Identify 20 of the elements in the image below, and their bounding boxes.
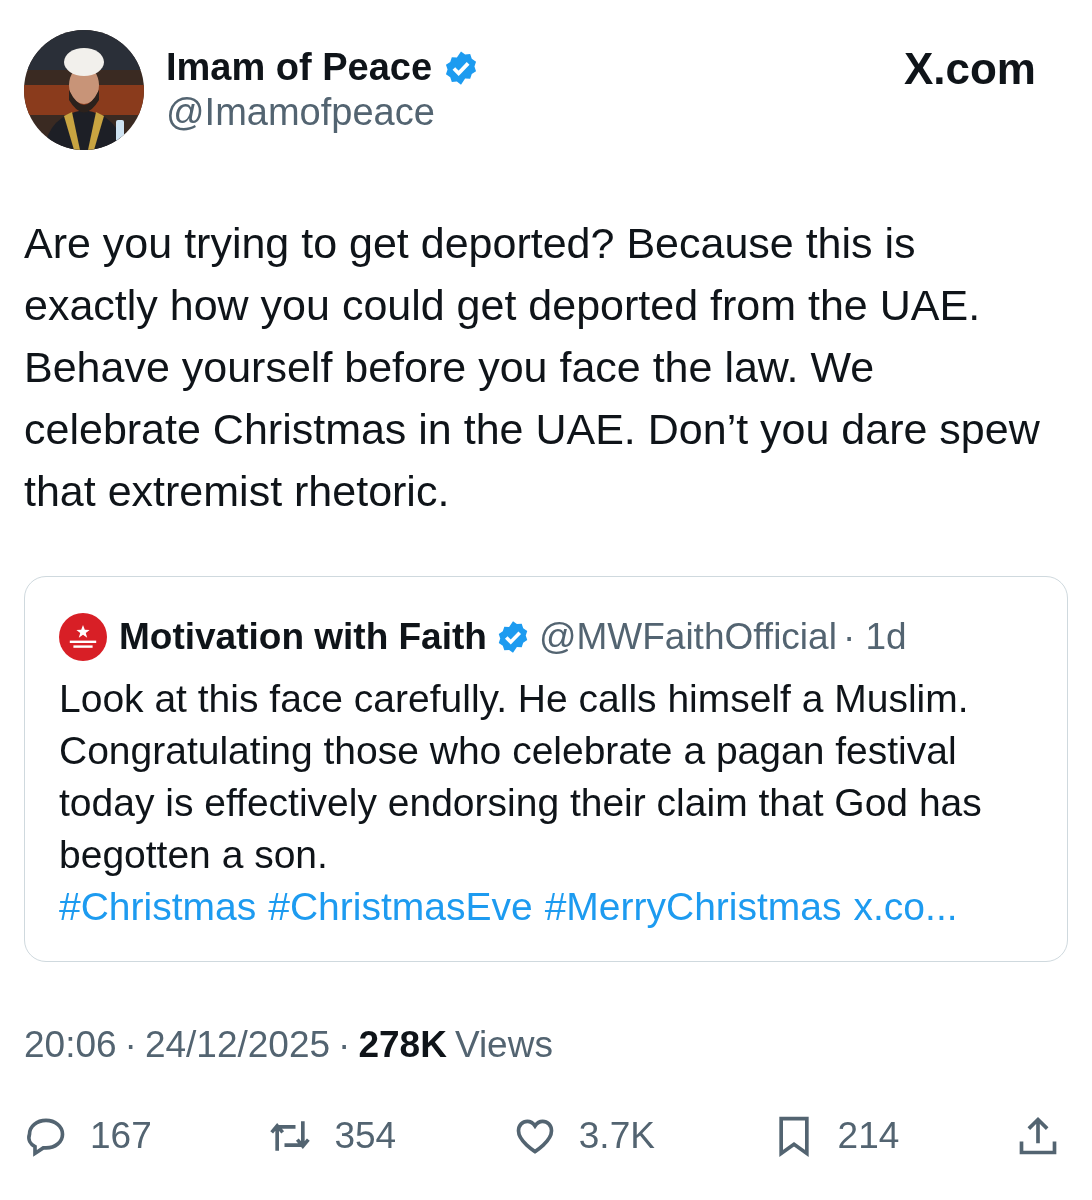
post-time[interactable]: 20:06 xyxy=(24,1024,117,1066)
author-handle[interactable]: @Imamofpeace xyxy=(166,91,882,134)
site-label: X.com xyxy=(903,44,1036,94)
action-count: 3.7K xyxy=(578,1115,655,1157)
quoted-post-text: Look at this face carefully. He calls himself a Muslim. Congratulating those who celebrate a pagan festival today is effectively endorsing their claim that God has begotten a son. xyxy=(59,676,983,878)
action-count: 167 xyxy=(90,1115,152,1157)
separator-dot: · xyxy=(124,1024,137,1066)
quoted-author-handle[interactable]: @MWFaithOfficial xyxy=(538,616,837,658)
views-count: 278K xyxy=(358,1024,447,1066)
quoted-author-name[interactable]: Motivation with Faith xyxy=(119,616,487,658)
views-label: Views xyxy=(454,1024,553,1066)
separator-dot: · xyxy=(338,1024,351,1066)
action-count: 354 xyxy=(334,1115,397,1157)
quoted-post-card[interactable] xyxy=(24,576,1068,962)
action-count: 214 xyxy=(837,1115,900,1157)
post-age: · 1d xyxy=(842,616,907,658)
post-date[interactable]: 24/12/2025 xyxy=(144,1024,331,1066)
post-text: Are you trying to get deported? Because this is exactly how you could get deported from the UAE. Behave yourself before you face the law. We celebrate Christmas in the UAE. Don’t you dare spew that extremist rhetoric. xyxy=(24,218,1041,517)
logo-icon xyxy=(59,613,107,661)
author-name[interactable]: Imam of Peace xyxy=(166,46,433,89)
